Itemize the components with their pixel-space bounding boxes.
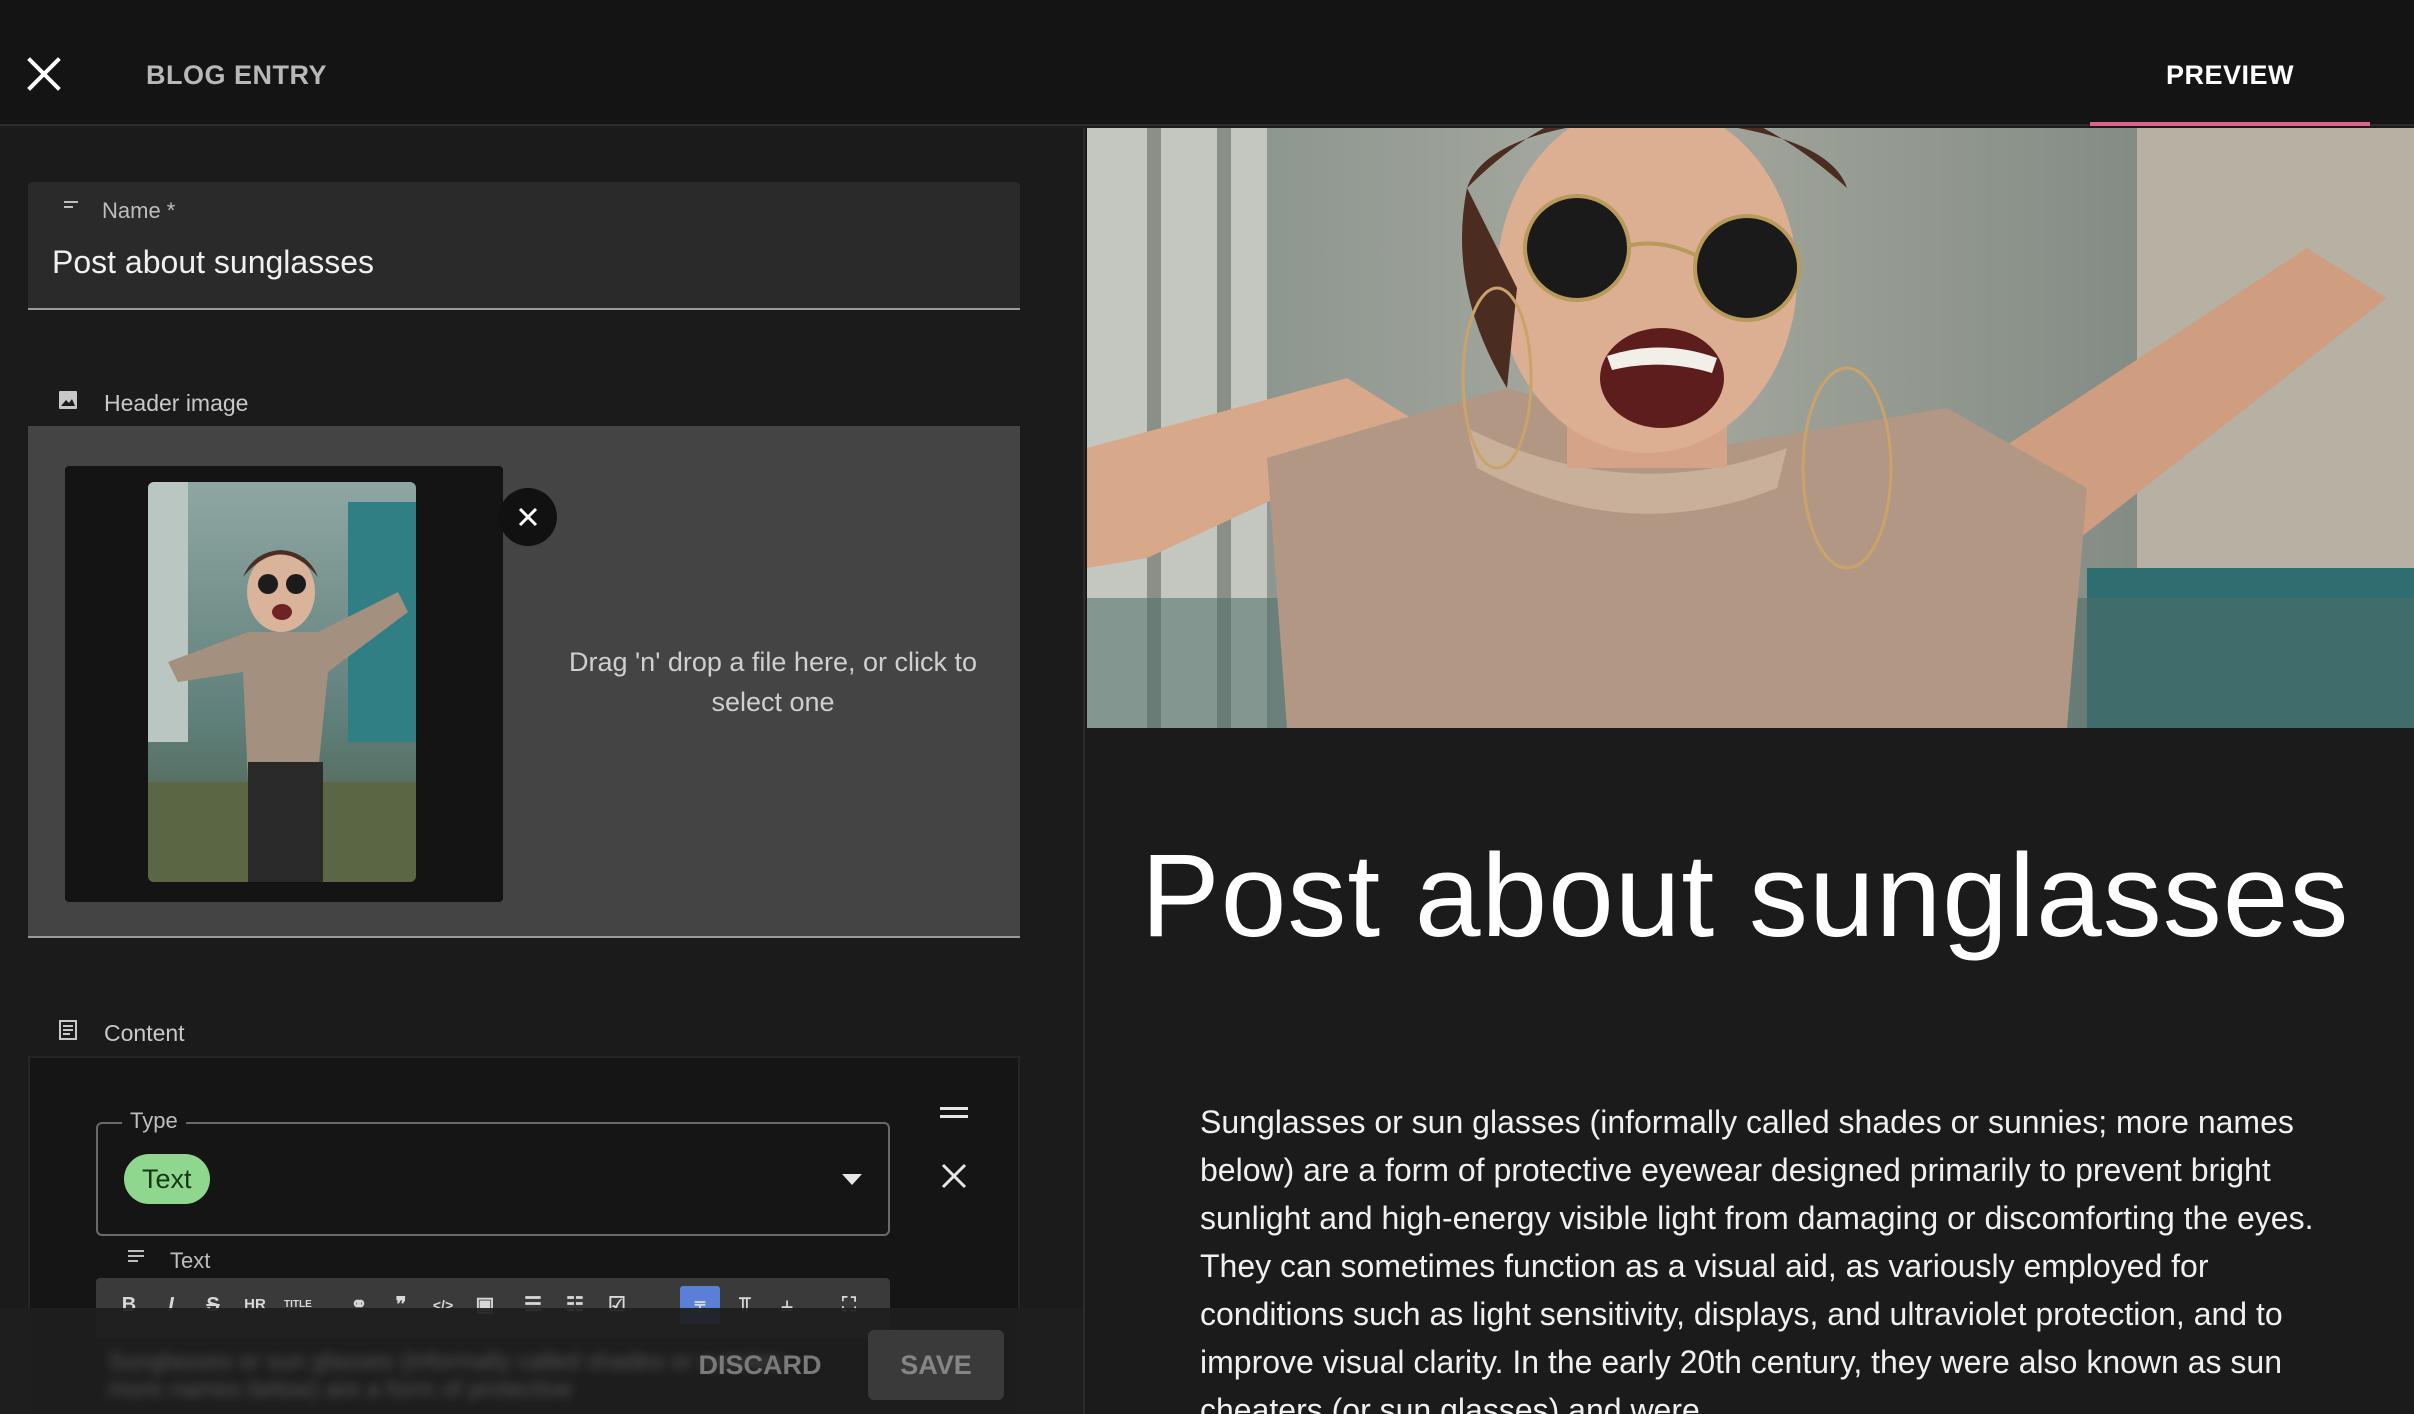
discard-button[interactable]: DISCARD (680, 1330, 840, 1400)
header-image-dropzone[interactable]: Drag 'n' drop a file here, or click to s… (28, 426, 1020, 938)
header-image-thumbnail-card (65, 466, 557, 902)
name-field-value[interactable]: Post about sunglasses (52, 244, 374, 281)
dropzone-hint: Drag 'n' drop a file here, or click to s… (569, 647, 977, 717)
close-button[interactable] (22, 52, 66, 96)
chevron-down-icon (842, 1174, 862, 1185)
preview-post-body: Sunglasses or sun glasses (informally ca… (1200, 1104, 2314, 1414)
header-image-label: Header image (104, 390, 249, 416)
short-text-icon (64, 201, 78, 208)
page-title: BLOG ENTRY (146, 60, 328, 90)
preview-post-title: Post about sunglasses (1141, 830, 2350, 962)
drag-handle-icon[interactable] (936, 1098, 972, 1128)
remove-image-button[interactable] (499, 488, 557, 546)
text-icon (128, 1250, 144, 1262)
name-field-label: Name * (102, 198, 176, 223)
save-button[interactable]: SAVE (868, 1330, 1004, 1400)
header-image-thumbnail (148, 482, 416, 882)
close-icon (27, 57, 61, 91)
close-icon (518, 507, 538, 527)
preview-panel: Post about sunglasses Sunglasses or sun … (1087, 128, 2414, 1414)
remove-block-icon[interactable] (936, 1158, 972, 1194)
article-icon (59, 1020, 77, 1040)
editor-panel: Name * Post about sunglasses Header imag… (0, 128, 1085, 1414)
tab-active-indicator (2090, 122, 2370, 126)
type-chip: Text (124, 1154, 210, 1204)
top-bar: BLOG ENTRY PREVIEW (0, 0, 2414, 126)
text-field-label: Text (170, 1248, 211, 1273)
content-label: Content (104, 1020, 185, 1046)
name-field[interactable]: Name * Post about sunglasses (28, 182, 1020, 310)
type-label: Type (122, 1108, 186, 1134)
app: BLOG ENTRY PREVIEW Name * Post about sun… (0, 0, 2414, 1414)
image-icon (59, 391, 77, 409)
tab-preview[interactable]: PREVIEW (2090, 0, 2370, 126)
hero-image (1087, 128, 2414, 728)
tab-preview-label: PREVIEW (2165, 60, 2295, 90)
type-select[interactable]: Text (96, 1122, 890, 1236)
